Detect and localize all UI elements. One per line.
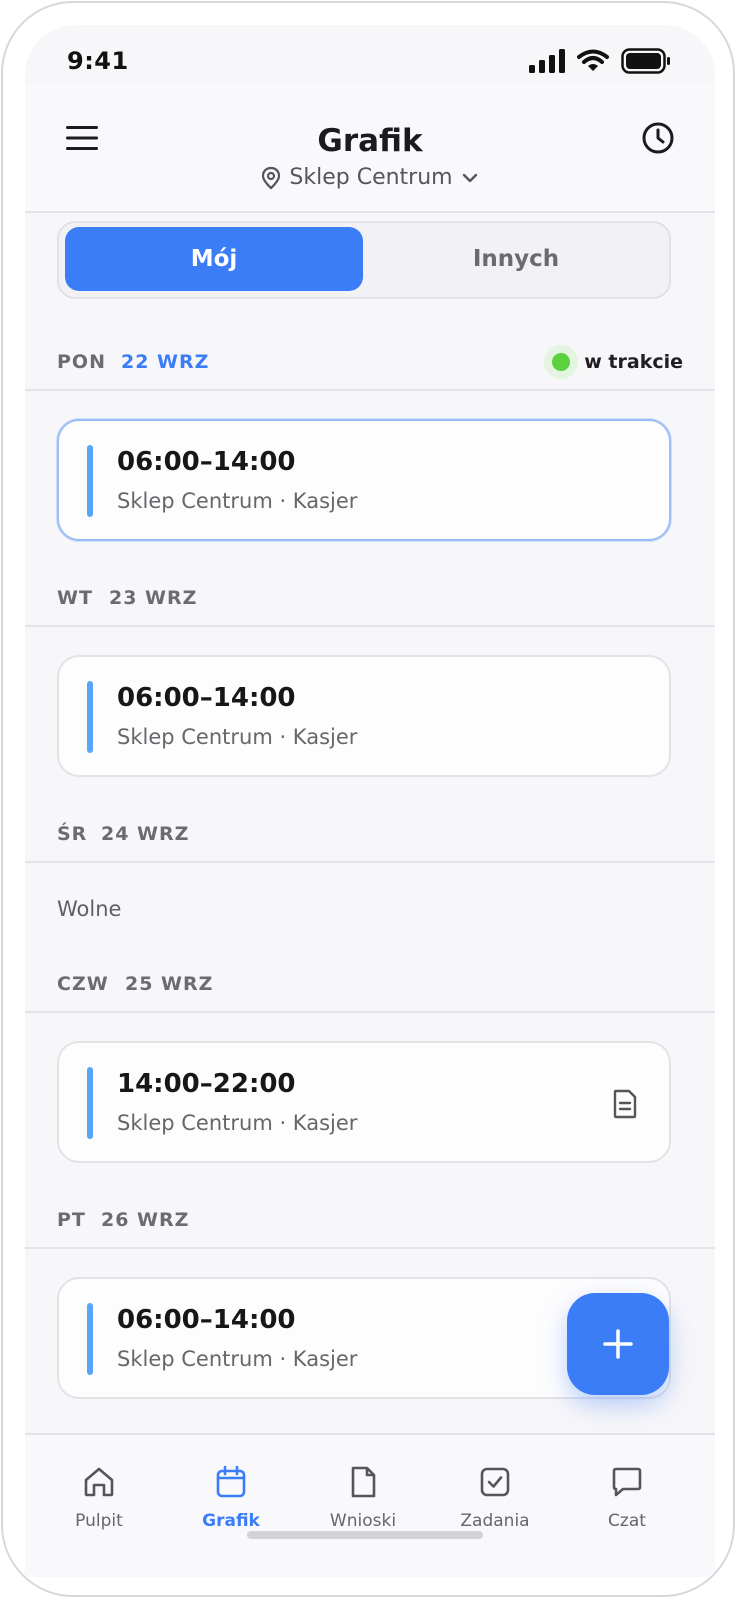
location-pin-icon [261,166,281,190]
shift-color-bar [87,1067,93,1139]
nav-label: Zadania [460,1511,530,1531]
checkbox-icon [480,1467,510,1497]
clock-icon [642,122,674,154]
calendar-icon [216,1465,246,1498]
nav-label: Grafik [202,1511,260,1531]
day-header-fri: PT 26 WRZ [25,1191,715,1249]
schedule-segment: Mój Innych [57,221,671,299]
note-document-icon[interactable] [611,1089,639,1119]
location-label: Sklep Centrum [289,165,453,190]
shift-time: 06:00–14:00 [117,447,296,477]
status-time: 9:41 [67,47,129,75]
bottom-nav: Pulpit Grafik Wnioski Zadania Czat [25,1433,715,1577]
app-screen: 9:41 Grafik Sklep Centrum Mój Innych PON… [25,25,715,1577]
nav-item-pulpit[interactable]: Pulpit [39,1465,159,1531]
day-date: 26 WRZ [101,1209,190,1231]
status-dot-icon [544,345,579,379]
day-header-tue: WT 23 WRZ [25,569,715,627]
nav-item-zadania[interactable]: Zadania [435,1465,555,1531]
page-title: Grafik [317,123,423,159]
day-date: 25 WRZ [125,973,214,995]
shift-place: Sklep Centrum · Kasjer [117,1111,358,1135]
shift-place: Sklep Centrum · Kasjer [117,725,358,749]
day-name: PT [57,1209,86,1231]
home-indicator [247,1531,483,1539]
day-date: 24 WRZ [101,823,190,845]
shift-color-bar [87,681,93,753]
wifi-icon [577,49,609,71]
location-selector[interactable]: Sklep Centrum [25,165,715,190]
nav-label: Wnioski [329,1511,397,1531]
add-button[interactable] [567,1293,669,1395]
segment-mine[interactable]: Mój [65,227,363,291]
plus-icon [603,1329,633,1359]
day-header-wed: ŚR 24 WRZ [25,805,715,863]
day-header-mon: PON 22 WRZ w trakcie [25,333,715,391]
document-icon [351,1466,376,1498]
shift-color-bar [87,1303,93,1375]
shift-place: Sklep Centrum · Kasjer [117,1347,358,1371]
segment-others[interactable]: Innych [367,227,665,291]
shift-time: 06:00–14:00 [117,683,296,713]
day-off-label: Wolne [57,897,122,921]
nav-label: Czat [608,1511,646,1531]
status-bar: 9:41 [25,25,715,85]
nav-item-wnioski[interactable]: Wnioski [303,1465,423,1531]
chevron-down-icon [461,172,479,184]
status-label: w trakcie [584,351,683,373]
history-button[interactable] [641,121,675,155]
day-name: CZW [57,973,109,995]
nav-item-grafik[interactable]: Grafik [171,1465,291,1531]
signal-icon [529,49,565,73]
nav-item-czat[interactable]: Czat [567,1465,687,1531]
shift-card[interactable]: 06:00–14:00 Sklep Centrum · Kasjer [57,655,671,777]
day-date: 23 WRZ [109,587,198,609]
nav-label: Pulpit [75,1511,123,1531]
shift-color-bar [87,445,93,517]
day-date: 22 WRZ [121,351,210,373]
battery-icon [621,48,670,74]
app-header: Grafik Sklep Centrum [25,85,715,213]
chat-icon [612,1467,642,1497]
home-icon [84,1467,114,1497]
shift-card[interactable]: 14:00–22:00 Sklep Centrum · Kasjer [57,1041,671,1163]
day-name: ŚR [57,823,88,845]
status-icons [529,47,671,75]
day-name: PON [57,351,106,373]
shift-time: 14:00–22:00 [117,1069,296,1099]
status-badge: w trakcie [544,345,683,379]
shift-card[interactable]: 06:00–14:00 Sklep Centrum · Kasjer [57,419,671,541]
day-header-thu: CZW 25 WRZ [25,955,715,1013]
day-name: WT [57,587,93,609]
phone-frame: 9:41 Grafik Sklep Centrum Mój Innych PON… [1,1,735,1597]
shift-place: Sklep Centrum · Kasjer [117,489,358,513]
shift-time: 06:00–14:00 [117,1305,296,1335]
